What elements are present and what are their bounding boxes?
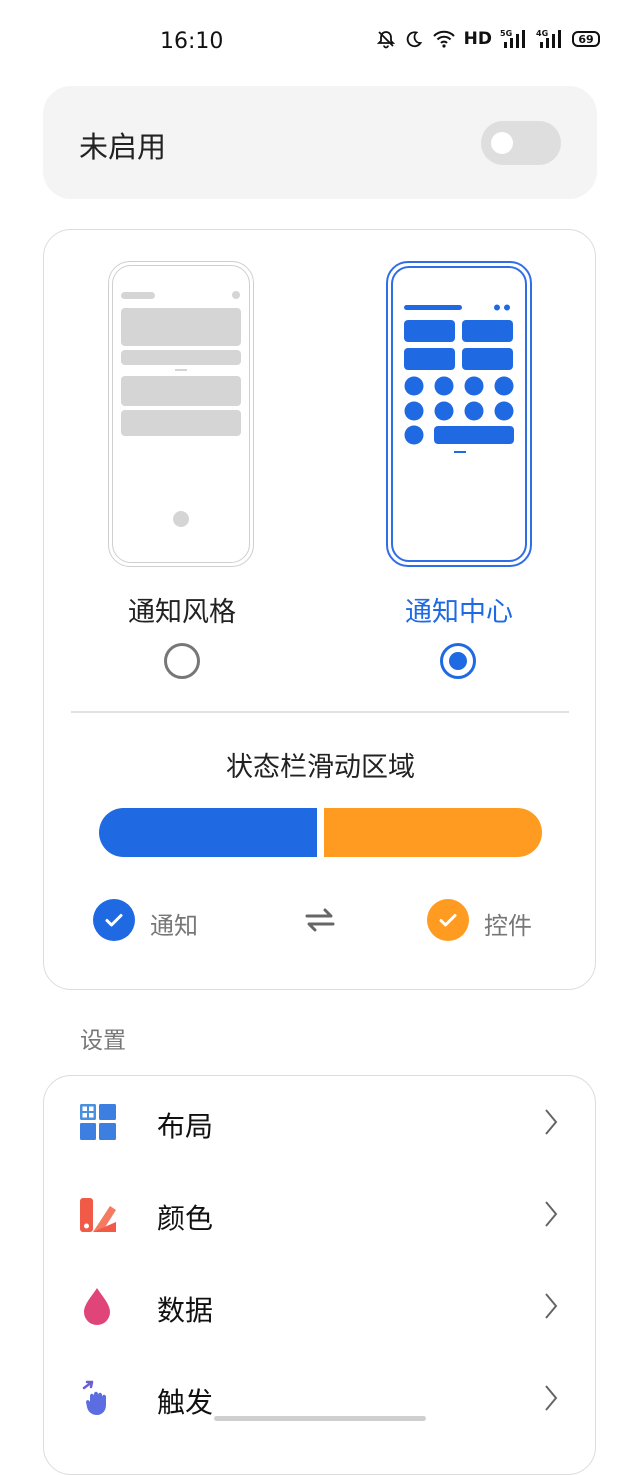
enable-card[interactable]: 未启用 bbox=[43, 86, 597, 199]
chevron-right-icon bbox=[543, 1107, 559, 1141]
settings-section-title: 设置 bbox=[80, 1028, 126, 1054]
chevron-right-icon bbox=[543, 1199, 559, 1233]
enable-switch[interactable] bbox=[481, 121, 561, 165]
moon-icon bbox=[404, 29, 424, 49]
settings-item-color[interactable]: 颜色 bbox=[44, 1168, 597, 1260]
controls-check-icon bbox=[427, 899, 469, 941]
enable-label: 未启用 bbox=[79, 130, 167, 164]
4g-signal-icon: 4G bbox=[536, 28, 564, 50]
settings-item-label: 触发 bbox=[157, 1386, 214, 1419]
notification-center-preview[interactable] bbox=[386, 261, 532, 567]
notification-label: 通知 bbox=[150, 912, 198, 940]
status-time: 16:10 bbox=[160, 29, 224, 54]
switch-knob bbox=[491, 132, 513, 154]
swap-icon[interactable] bbox=[304, 906, 336, 938]
settings-item-label: 颜色 bbox=[157, 1202, 214, 1235]
chevron-right-icon bbox=[543, 1291, 559, 1325]
settings-item-data[interactable]: 数据 bbox=[44, 1260, 597, 1352]
notification-check-icon bbox=[93, 899, 135, 941]
color-icon bbox=[78, 1194, 118, 1234]
home-indicator[interactable] bbox=[214, 1416, 426, 1421]
settings-item-trigger[interactable]: 触发 bbox=[44, 1352, 597, 1444]
controls-area-segment[interactable] bbox=[324, 808, 542, 857]
status-icons: HD 5G 4G 69 bbox=[376, 28, 600, 50]
wifi-icon bbox=[432, 29, 456, 49]
settings-item-label: 数据 bbox=[157, 1294, 214, 1327]
controls-label: 控件 bbox=[484, 912, 532, 940]
svg-text:4G: 4G bbox=[536, 29, 548, 38]
layout-icon bbox=[78, 1102, 118, 1142]
mode-card: 通知风格 通知中心 状态栏滑动区域 通知 控件 bbox=[43, 229, 596, 990]
trigger-icon bbox=[78, 1378, 118, 1418]
swipe-area-bar[interactable] bbox=[99, 808, 542, 857]
notification-area-segment[interactable] bbox=[99, 808, 317, 857]
settings-item-layout[interactable]: 布局 bbox=[44, 1076, 597, 1168]
bell-off-icon bbox=[376, 29, 396, 49]
hd-icon: HD bbox=[463, 29, 492, 49]
settings-item-label: 布局 bbox=[157, 1110, 214, 1143]
notification-style-radio[interactable] bbox=[164, 643, 200, 679]
divider bbox=[71, 711, 569, 713]
svg-text:5G: 5G bbox=[500, 29, 512, 38]
status-bar: 16:10 HD 5G 4G 69 bbox=[0, 0, 640, 84]
notification-style-label[interactable]: 通知风格 bbox=[82, 590, 282, 629]
notification-center-radio[interactable] bbox=[440, 643, 476, 679]
5g-signal-icon: 5G bbox=[500, 28, 528, 50]
settings-card: 布局 颜色 数据 触发 bbox=[43, 1075, 596, 1475]
notification-center-label[interactable]: 通知中心 bbox=[359, 590, 559, 629]
chevron-right-icon bbox=[543, 1383, 559, 1417]
data-icon bbox=[78, 1286, 118, 1326]
swipe-area-title: 状态栏滑动区域 bbox=[226, 752, 415, 783]
battery-icon: 69 bbox=[572, 31, 600, 47]
notification-style-preview[interactable] bbox=[108, 261, 254, 567]
